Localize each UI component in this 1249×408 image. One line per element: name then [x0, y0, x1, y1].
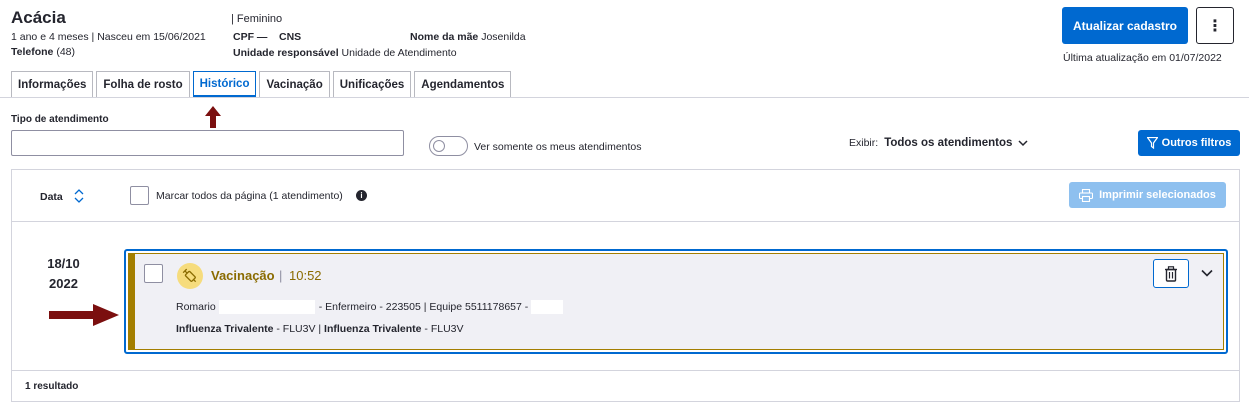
- only-my-appointments-toggle[interactable]: [429, 136, 468, 156]
- exibir-label: Exibir:: [849, 137, 879, 149]
- professional-role: - Enfermeiro - 223505 | Equipe 551117865…: [318, 301, 529, 313]
- unit-value: Unidade de Atendimento: [341, 47, 457, 59]
- exibir-select[interactable]: Exibir: Todos os atendimentos: [849, 137, 1028, 149]
- toggle-knob: [433, 140, 445, 152]
- phone-value: (48): [56, 46, 76, 58]
- syringe-icon: [177, 263, 203, 289]
- mother-value: Josenilda: [481, 31, 526, 43]
- tab-unificacoes[interactable]: Unificações: [332, 71, 412, 98]
- patient-cpf: CPF —: [233, 31, 267, 43]
- last-update-text: Última atualização em 01/07/2022: [1063, 52, 1222, 64]
- record-separator: |: [279, 268, 283, 283]
- record-time: 10:52: [289, 268, 322, 283]
- tipo-atendimento-input[interactable]: [11, 130, 404, 156]
- annotation-arrow-right-icon: [49, 304, 119, 326]
- record-immunobiological-line: Influenza Trivalente - FLU3V | Influenza…: [176, 323, 464, 335]
- select-all-checkbox[interactable]: [130, 186, 149, 205]
- professional-name: Romario: [176, 301, 216, 313]
- tab-agendamentos[interactable]: Agendamentos: [414, 71, 512, 98]
- immuno-2-code: - FLU3V: [421, 323, 464, 335]
- patient-cns: CNS: [279, 31, 301, 43]
- more-options-button[interactable]: ⋮: [1196, 7, 1234, 44]
- only-my-appointments-label: Ver somente os meus atendimentos: [474, 141, 642, 153]
- tab-divider: [0, 97, 1249, 98]
- tab-folha-de-rosto[interactable]: Folha de rosto: [96, 71, 190, 98]
- info-icon[interactable]: i: [356, 190, 367, 201]
- patient-mother: Nome da mãe Josenilda: [410, 31, 526, 43]
- cns-label: CNS: [279, 31, 302, 43]
- panel-footer-divider: [11, 370, 1240, 371]
- phone-label: Telefone: [11, 46, 54, 58]
- immuno-2-name: Influenza Trivalente: [324, 323, 422, 335]
- annotation-arrow-up-icon: [205, 106, 221, 128]
- redacted-block: [531, 300, 564, 314]
- trash-icon: [1165, 265, 1177, 282]
- exibir-value: Todos os atendimentos: [884, 137, 1013, 149]
- chevron-down-icon: [1018, 140, 1028, 147]
- tab-vacinacao[interactable]: Vacinação: [259, 71, 330, 98]
- record-checkbox[interactable]: [144, 264, 163, 283]
- patient-unit: Unidade responsável Unidade de Atendimen…: [233, 47, 457, 59]
- more-filters-label: Outros filtros: [1161, 137, 1232, 149]
- filter-icon: [1146, 137, 1158, 149]
- update-registration-button[interactable]: Atualizar cadastro: [1062, 7, 1188, 44]
- redacted-block: [218, 300, 315, 314]
- record-date-year: 2022: [49, 276, 78, 291]
- mother-label: Nome da mãe: [410, 31, 479, 43]
- record-type: Vacinação: [211, 268, 275, 283]
- patient-sex: | Feminino: [231, 13, 283, 25]
- cpf-label: CPF: [233, 31, 254, 43]
- more-vertical-icon: ⋮: [1207, 17, 1223, 35]
- expand-chevron-icon[interactable]: [1200, 266, 1214, 280]
- patient-age-birth: 1 ano e 4 meses | Nasceu em 15/06/2021: [11, 31, 206, 43]
- print-selected-label: Imprimir selecionados: [1099, 189, 1216, 201]
- cpf-value: —: [256, 31, 268, 43]
- date-column-header[interactable]: Data: [40, 191, 63, 203]
- immuno-1-name: Influenza Trivalente: [176, 323, 274, 335]
- unit-label: Unidade responsável: [233, 47, 339, 59]
- record-professional-line: Romario - Enfermeiro - 223505 | Equipe 5…: [176, 300, 564, 314]
- patient-name: Acácia: [11, 8, 66, 27]
- record-date-day: 18/10: [47, 256, 80, 271]
- print-selected-button[interactable]: Imprimir selecionados: [1069, 182, 1226, 208]
- sort-icon[interactable]: [72, 188, 86, 204]
- tab-bar: Informações Folha de rosto Histórico Vac…: [11, 71, 512, 98]
- printer-icon: [1079, 188, 1094, 202]
- select-all-label: Marcar todos da página (1 atendimento): [156, 190, 343, 202]
- result-count: 1 resultado: [25, 381, 79, 392]
- tipo-atendimento-label: Tipo de atendimento: [11, 114, 109, 125]
- patient-phone: Telefone (48): [11, 46, 75, 58]
- immuno-1-code: - FLU3V |: [273, 323, 325, 335]
- tab-historico[interactable]: Histórico: [192, 71, 257, 98]
- more-filters-button[interactable]: Outros filtros: [1138, 130, 1240, 156]
- tab-informacoes[interactable]: Informações: [11, 71, 94, 98]
- panel-header-divider: [11, 221, 1240, 222]
- delete-record-button[interactable]: [1153, 259, 1189, 288]
